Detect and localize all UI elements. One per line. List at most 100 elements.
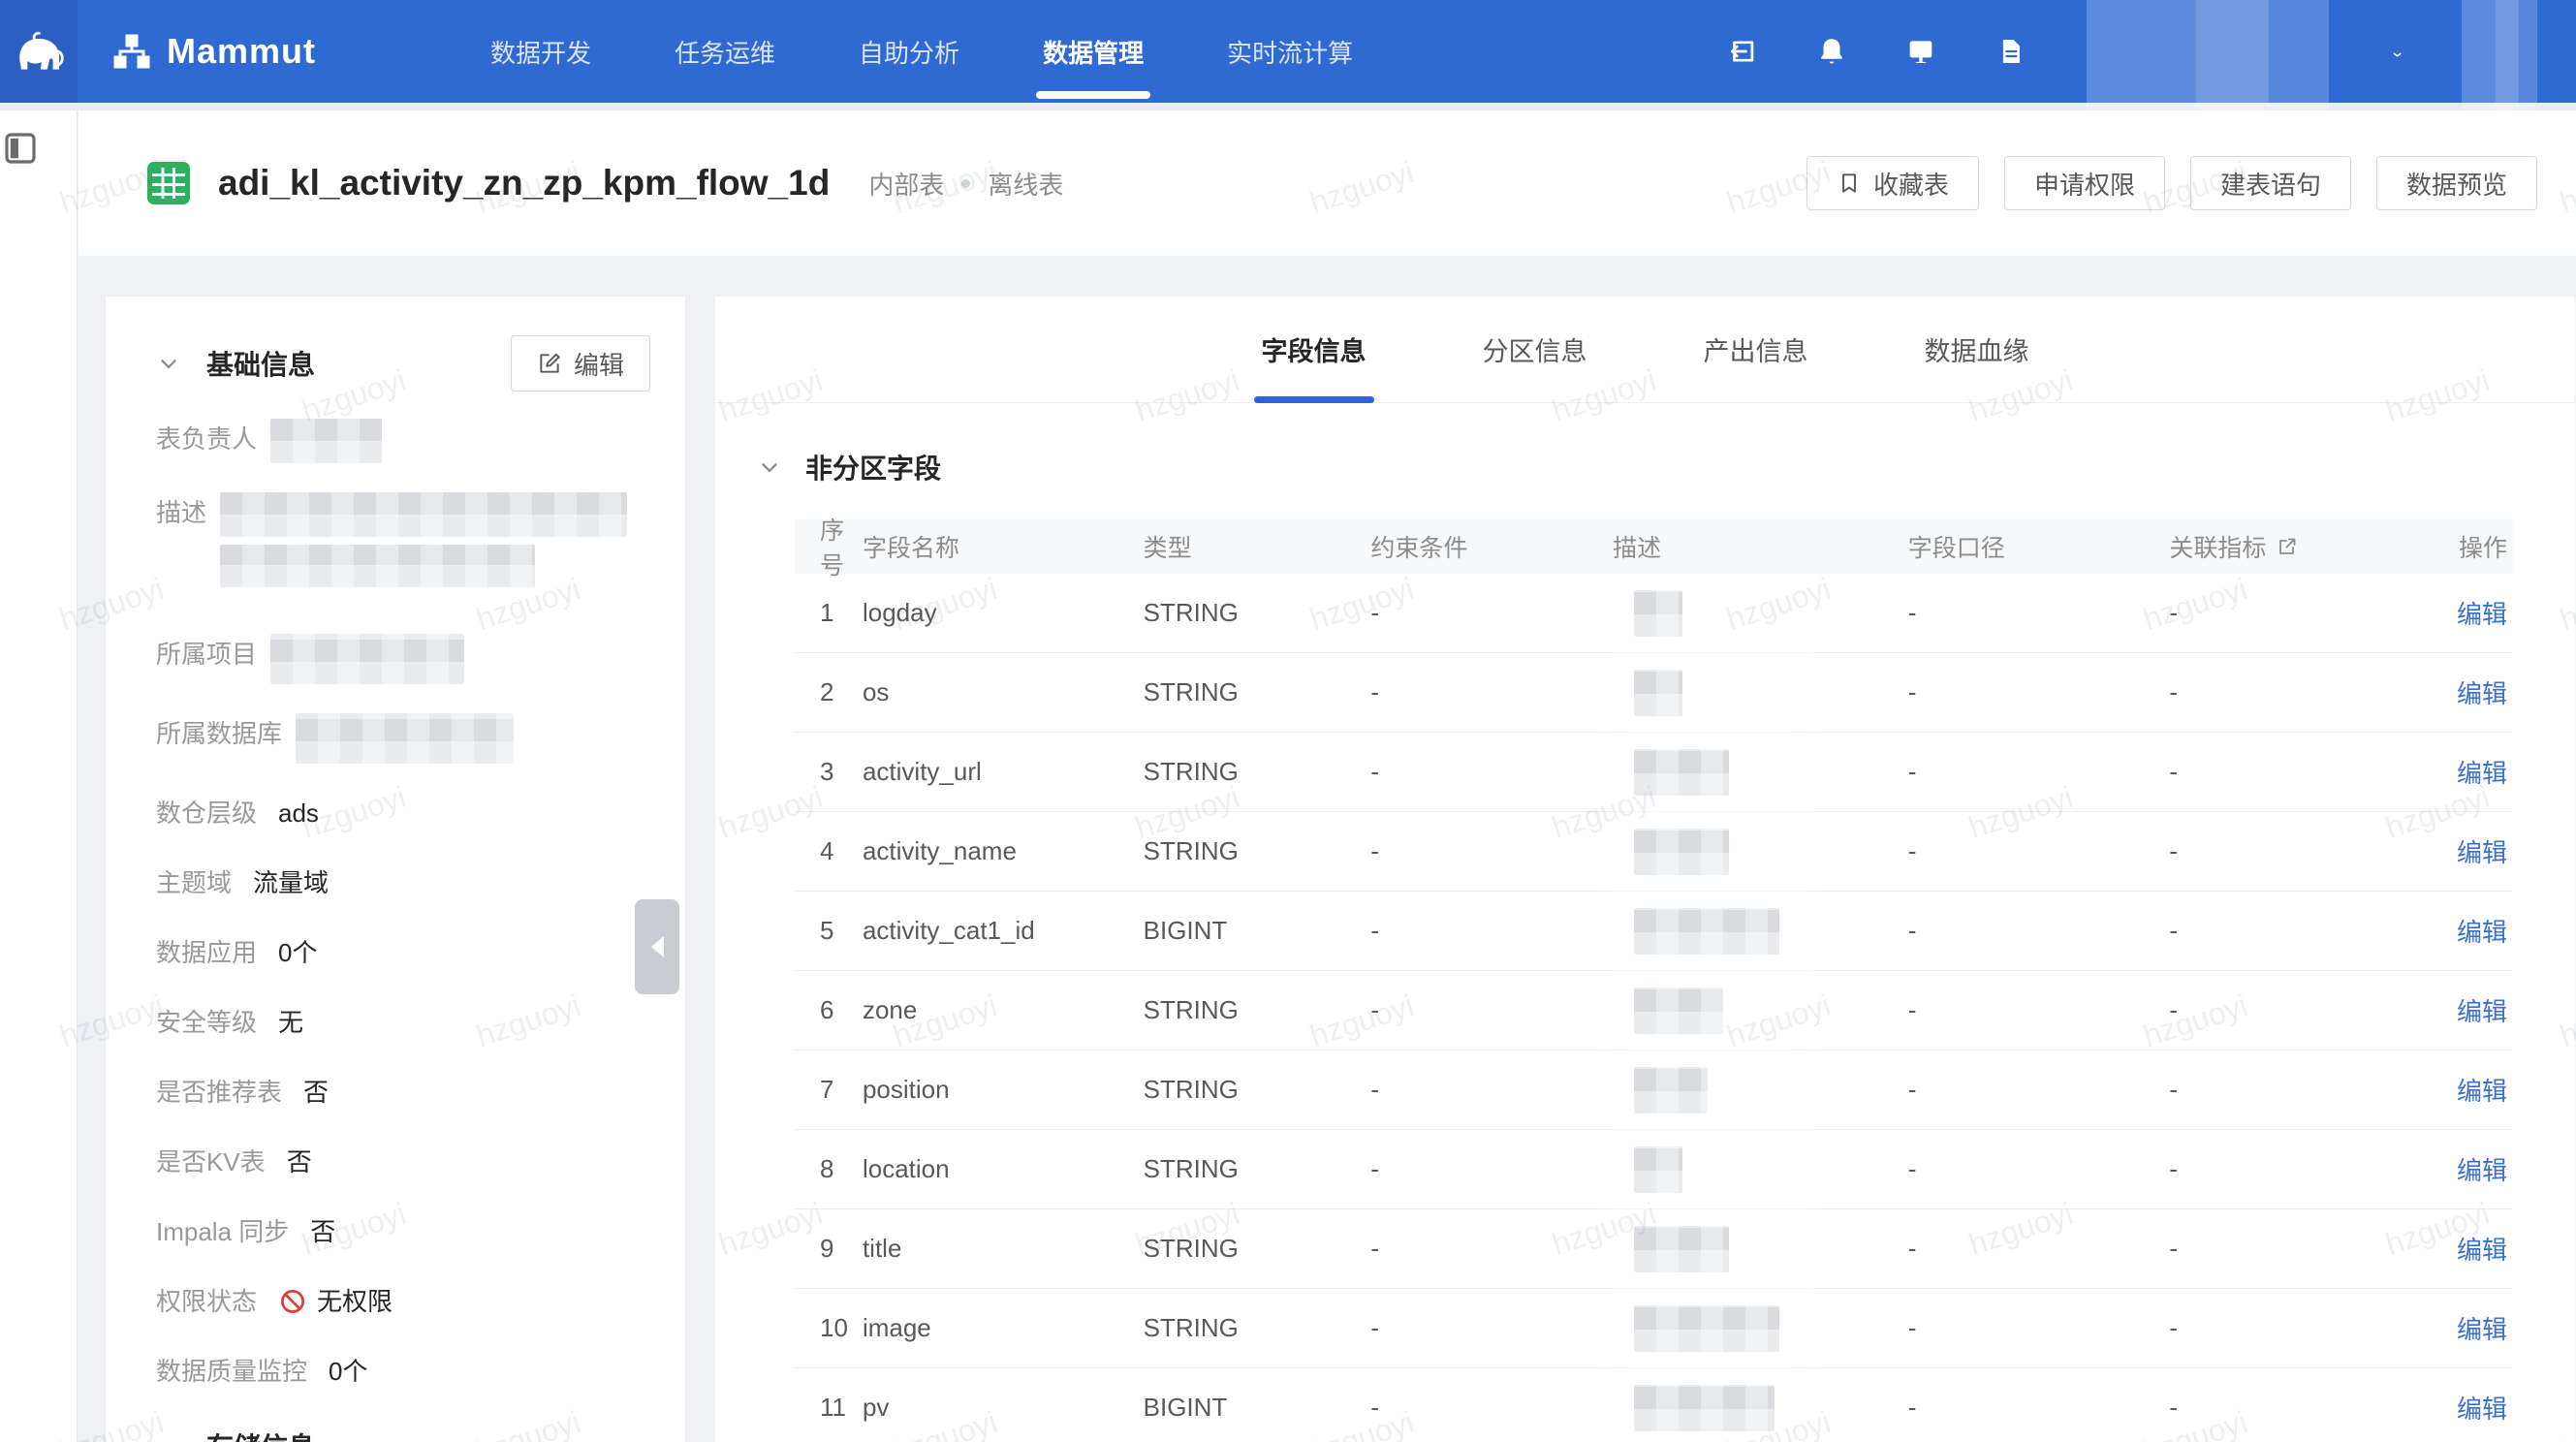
redacted-description [1634, 1146, 1682, 1193]
cell-index: 11 [795, 1393, 863, 1423]
username-redacted[interactable] [2087, 0, 2329, 110]
field-value: 无 [278, 1002, 303, 1043]
nav-item-3[interactable]: 自助分析 [859, 0, 959, 103]
header-button-4[interactable]: 数据预览 [2376, 156, 2537, 210]
sidebar-toggle-icon[interactable] [0, 128, 77, 169]
cell-metric: - [2169, 995, 2431, 1025]
chevron-down-icon[interactable]: ⌄ [2389, 42, 2405, 61]
nav-item-5[interactable]: 实时流计算 [1227, 0, 1353, 103]
edit-field-link[interactable]: 编辑 [2457, 595, 2507, 631]
nav-item-1[interactable]: 数据开发 [490, 0, 591, 103]
import-icon[interactable] [1726, 35, 1759, 68]
cell-caliber: - [1908, 677, 2170, 707]
document-icon[interactable] [1994, 35, 2026, 68]
bell-icon[interactable] [1815, 35, 1848, 68]
edit-button[interactable]: 编辑 [511, 335, 650, 392]
cell-constraint: - [1370, 916, 1613, 946]
column-header-1: 序号 [795, 512, 863, 581]
field-label: 主题域 [156, 862, 232, 903]
table-row-3: 3activity_urlSTRING---编辑 [795, 733, 2513, 812]
header-button-2[interactable]: 申请权限 [2004, 156, 2165, 210]
redacted-description [1634, 590, 1682, 637]
field-value: 流量域 [253, 862, 329, 903]
header-button-label: 数据预览 [2406, 166, 2507, 202]
cell-action: 编辑 [2431, 833, 2513, 869]
brand[interactable]: Mammut [112, 31, 316, 72]
cell-action: 编辑 [2431, 992, 2513, 1028]
external-link-icon[interactable] [2276, 535, 2299, 558]
field-value-text: 无 [278, 1002, 303, 1043]
header-button-3[interactable]: 建表语句 [2190, 156, 2351, 210]
panel-collapse-handle[interactable] [635, 899, 679, 994]
table-row-9: 9titleSTRING---编辑 [795, 1209, 2513, 1289]
chevron-down-icon[interactable] [156, 1433, 181, 1442]
sidebar-field-9: 是否推荐表否 [156, 1072, 656, 1113]
column-header-label: 约束条件 [1370, 529, 1467, 564]
cell-index: 9 [795, 1234, 863, 1264]
redacted-description [1634, 749, 1729, 796]
redacted-value [270, 419, 382, 463]
nav-item-4[interactable]: 数据管理 [1043, 0, 1144, 103]
no-permission-icon [278, 1287, 307, 1316]
monitor-icon[interactable] [1904, 35, 1937, 68]
tab-1[interactable]: 字段信息 [1262, 297, 1367, 403]
cell-action: 编辑 [2431, 674, 2513, 710]
cell-action: 编辑 [2431, 595, 2513, 631]
cell-action: 编辑 [2431, 1151, 2513, 1187]
sidebar-field-8: 安全等级无 [156, 1002, 656, 1043]
header-button-1[interactable]: 收藏表 [1806, 156, 1979, 210]
sidebar-field-3: 所属项目 [156, 634, 656, 684]
detail-tabs: 字段信息 分区信息 产出信息 数据血缘 [715, 297, 2575, 403]
edit-field-link[interactable]: 编辑 [2457, 1310, 2507, 1346]
column-header-label: 操作 [2459, 529, 2507, 564]
cell-metric: - [2169, 1154, 2431, 1184]
chevron-down-icon[interactable] [757, 455, 782, 480]
column-header-label: 关联指标 [2169, 529, 2266, 564]
cell-metric: - [2169, 757, 2431, 787]
redacted-description [1634, 1067, 1708, 1113]
cell-type: STRING [1144, 598, 1371, 628]
cell-index: 3 [795, 757, 863, 787]
cell-type: STRING [1144, 757, 1371, 787]
cell-index: 6 [795, 995, 863, 1025]
tab-3[interactable]: 产出信息 [1704, 297, 1808, 403]
edit-field-link[interactable]: 编辑 [2457, 674, 2507, 710]
cell-index: 1 [795, 598, 863, 628]
column-header-label: 序号 [820, 512, 863, 581]
cell-index: 10 [795, 1313, 863, 1343]
edit-field-link[interactable]: 编辑 [2457, 833, 2507, 869]
redacted-line [270, 634, 464, 684]
table-row-11: 11pvBIGINT---编辑 [795, 1368, 2513, 1442]
avatar-redacted[interactable] [2462, 0, 2537, 110]
nav-item-2[interactable]: 任务运维 [675, 0, 775, 103]
cell-field-name: position [863, 1075, 1144, 1105]
edit-icon [537, 351, 562, 376]
sidebar-field-7: 数据应用0个 [156, 932, 656, 973]
cell-metric: - [2169, 1075, 2431, 1105]
edit-field-link[interactable]: 编辑 [2457, 992, 2507, 1028]
edit-field-link[interactable]: 编辑 [2457, 1390, 2507, 1426]
cell-caliber: - [1908, 598, 2170, 628]
table-tag: 内部表 [868, 166, 944, 202]
field-info-panel: 字段信息分区信息产出信息数据血缘 非分区字段 序号字段名称类型约束条件描述字段口… [714, 296, 2576, 1442]
chevron-down-icon[interactable] [156, 351, 181, 376]
column-header-7: 关联指标 [2169, 529, 2431, 564]
header-button-label: 收藏表 [1873, 166, 1949, 202]
basic-info-title: 基础信息 [206, 344, 315, 383]
tab-4[interactable]: 数据血缘 [1925, 297, 2029, 403]
edit-field-link[interactable]: 编辑 [2457, 754, 2507, 790]
redacted-description [1634, 1226, 1729, 1272]
edit-field-link[interactable]: 编辑 [2457, 1072, 2507, 1108]
app-logo[interactable] [0, 0, 78, 103]
cell-description [1613, 1067, 1908, 1113]
edit-field-link[interactable]: 编辑 [2457, 1151, 2507, 1187]
field-label: Impala 同步 [156, 1211, 289, 1252]
cell-metric: - [2169, 677, 2431, 707]
cell-action: 编辑 [2431, 1231, 2513, 1267]
fields-table: 序号字段名称类型约束条件描述字段口径关联指标操作 1logdaySTRING--… [795, 519, 2513, 1442]
table-row-10: 10imageSTRING---编辑 [795, 1289, 2513, 1368]
tab-2[interactable]: 分区信息 [1483, 297, 1587, 403]
edit-field-link[interactable]: 编辑 [2457, 1231, 2507, 1267]
edit-field-link[interactable]: 编辑 [2457, 913, 2507, 949]
cell-constraint: - [1370, 1154, 1613, 1184]
